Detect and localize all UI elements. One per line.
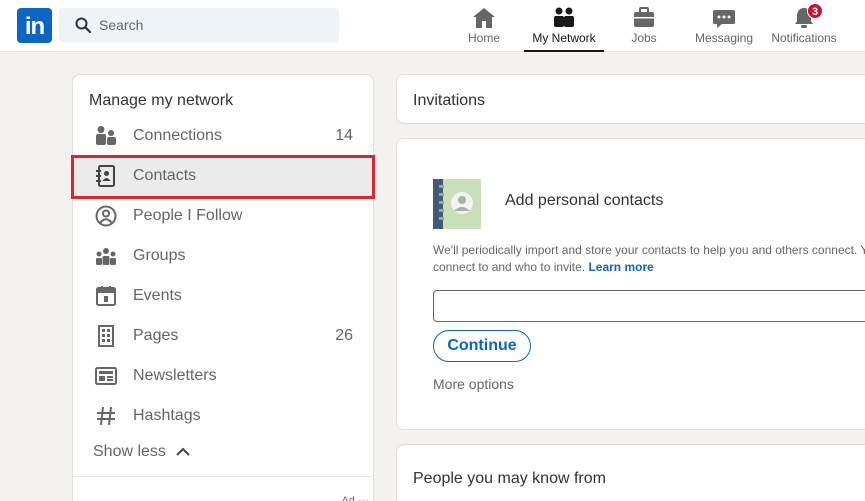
sidebar-item-label: Connections: [133, 127, 222, 144]
contact-book-illustration: [433, 179, 481, 229]
connections-icon: [96, 126, 116, 145]
show-less-label: Show less: [93, 443, 166, 460]
home-icon: [473, 8, 495, 28]
more-options-link[interactable]: More options: [433, 376, 514, 392]
nav-home[interactable]: Home: [459, 0, 509, 52]
search-input[interactable]: [99, 8, 329, 42]
groups-icon: [96, 248, 116, 265]
more-dots-icon[interactable]: ···: [358, 495, 369, 501]
people-you-may-know-card: People you may know from: [396, 444, 865, 501]
nav-notifications-label: Notifications: [771, 31, 837, 45]
building-icon: [98, 325, 114, 347]
sidebar-item-hashtags[interactable]: Hashtags: [73, 396, 373, 436]
sidebar-item-newsletters[interactable]: Newsletters: [73, 356, 373, 396]
people-follow-icon: [95, 205, 117, 227]
pymk-title: People you may know from: [413, 470, 606, 487]
nav-my-network[interactable]: My Network: [524, 0, 604, 52]
add-contacts-card: Add personal contacts We'll periodically…: [396, 138, 865, 430]
sidebar-item-people-follow[interactable]: People I Follow: [73, 196, 373, 236]
manage-network-card: Manage my network Connections 14 Contact…: [72, 74, 374, 501]
show-less-toggle[interactable]: Show less: [93, 443, 190, 461]
sidebar-item-count: 14: [335, 127, 353, 144]
invitations-card[interactable]: Invitations: [396, 74, 865, 124]
sidebar-item-label: Events: [133, 287, 182, 304]
continue-button[interactable]: Continue: [433, 330, 531, 362]
newsletter-icon: [95, 367, 117, 385]
sidebar-item-label: People I Follow: [133, 207, 243, 224]
my-network-icon: [554, 7, 574, 27]
sidebar-item-contacts[interactable]: Contacts: [73, 156, 373, 196]
sidebar-item-groups[interactable]: Groups: [73, 236, 373, 276]
sidebar-item-label: Hashtags: [133, 407, 201, 424]
nav-notifications[interactable]: 3 Notifications: [768, 0, 840, 52]
invitations-title: Invitations: [413, 92, 486, 109]
nav-jobs-label: Jobs: [631, 31, 657, 45]
nav-my-network-label: My Network: [532, 31, 596, 45]
contacts-book-icon: [96, 165, 115, 187]
top-navbar: in Home My Network Jobs: [0, 0, 865, 52]
hashtag-icon: [97, 406, 115, 426]
nav-messaging[interactable]: Messaging: [690, 0, 758, 52]
sidebar-item-label: Pages: [133, 327, 179, 344]
ad-label: Ad ···: [341, 495, 369, 501]
nav-jobs[interactable]: Jobs: [619, 0, 669, 52]
manage-network-title: Manage my network: [89, 92, 234, 109]
search-box[interactable]: [59, 8, 339, 42]
add-contacts-description: We'll periodically import and store your…: [433, 243, 865, 274]
sidebar-item-pages[interactable]: Pages 26: [73, 316, 373, 356]
sidebar-item-connections[interactable]: Connections 14: [73, 116, 373, 156]
calendar-icon: [96, 286, 116, 306]
notification-badge: 3: [807, 3, 823, 19]
linkedin-logo[interactable]: in: [17, 8, 52, 43]
sidebar-item-count: 26: [335, 327, 353, 344]
email-field[interactable]: [433, 290, 865, 322]
nav-messaging-label: Messaging: [694, 31, 754, 45]
add-contacts-title: Add personal contacts: [505, 192, 664, 209]
briefcase-icon: [634, 7, 654, 27]
sidebar-divider: [73, 476, 373, 477]
sidebar-item-events[interactable]: Events: [73, 276, 373, 316]
sidebar-item-label: Groups: [133, 247, 186, 264]
search-icon: [75, 17, 91, 33]
sidebar-item-label: Newsletters: [133, 367, 217, 384]
nav-home-label: Home: [467, 31, 500, 45]
sidebar-item-label: Contacts: [133, 167, 197, 184]
learn-more-link[interactable]: Learn more: [588, 260, 653, 274]
messaging-icon: [713, 10, 735, 28]
chevron-up-icon: [176, 447, 190, 456]
